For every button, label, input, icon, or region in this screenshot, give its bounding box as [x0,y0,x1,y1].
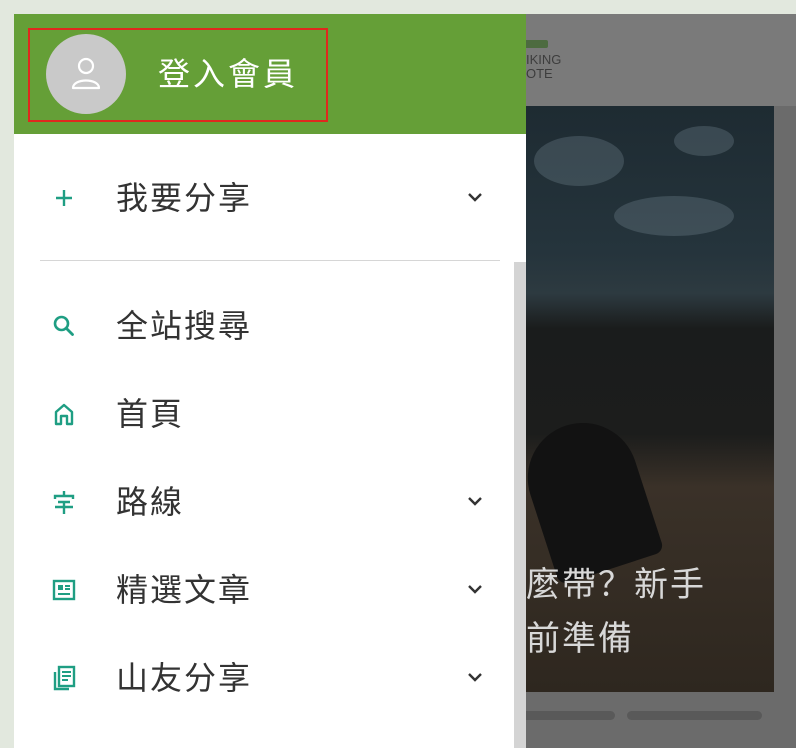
menu-item-label: 山友分享 [116,659,253,697]
hero-title-line2: 前準備 [526,619,634,659]
menu-item-label: 路線 [116,483,185,521]
avatar[interactable] [46,34,126,114]
menu-divider [40,260,500,261]
article-icon [52,579,76,601]
navigation-drawer: 登入會員 我要分享 全站搜尋 首頁 路線 精選文章 山友分享 [14,14,526,748]
search-icon [53,315,74,336]
menu-item-home[interactable]: 首頁 [14,382,526,446]
menu-item-label: 我要分享 [116,179,253,217]
user-icon [71,57,101,90]
menu-item-share[interactable]: 我要分享 [14,166,526,230]
menu-item-label: 全站搜尋 [116,307,253,345]
menu-item-label: 首頁 [116,395,185,433]
carousel-dot[interactable] [627,711,762,720]
menu-item-trails[interactable]: 路線 [14,470,526,534]
menu-item-hiker-posts[interactable]: 山友分享 [14,646,526,710]
drawer-header: 登入會員 [14,14,526,134]
logo-text-line2: OTE [526,66,553,81]
hero-title[interactable]: 麼帶？新手 前準備 [526,558,706,666]
logo-text-line1: IKING [526,52,562,67]
login-button[interactable]: 登入會員 [158,54,298,94]
home-icon [54,403,74,426]
trail-icon [53,491,75,514]
site-logo[interactable]: IKING OTE [520,40,590,84]
hero-title-line1: 麼帶？新手 [526,565,706,605]
chevron-down-icon[interactable] [466,494,484,508]
carousel-dot[interactable] [514,711,615,720]
chevron-down-icon[interactable] [466,582,484,596]
chevron-down-icon[interactable] [466,190,484,204]
chevron-down-icon[interactable] [466,670,484,684]
menu-item-search[interactable]: 全站搜尋 [14,294,526,358]
drawer-scrollbar[interactable] [514,262,526,748]
posts-icon [53,665,76,691]
menu-item-featured-articles[interactable]: 精選文章 [14,558,526,622]
plus-icon [56,190,72,206]
menu-item-label: 精選文章 [116,571,253,609]
